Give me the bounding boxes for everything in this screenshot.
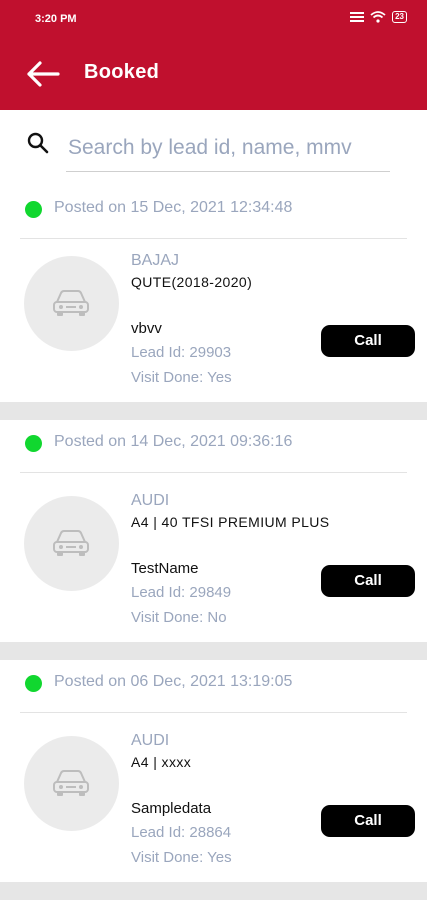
vehicle-brand: AUDI: [131, 732, 170, 749]
card-header: Posted on 06 Dec, 2021 13:19:05: [0, 660, 427, 712]
card-header: Posted on 15 Dec, 2021 12:34:48: [0, 186, 427, 238]
vehicle-brand: BAJAJ: [131, 252, 180, 269]
app-bar: 3:20 PM 23 Booked: [0, 0, 427, 110]
divider: [20, 238, 407, 239]
call-button[interactable]: Call: [321, 565, 415, 597]
car-avatar: [24, 496, 119, 591]
visit-status: Visit Done: No: [131, 609, 227, 626]
wifi-icon: [370, 11, 386, 23]
search-input[interactable]: [66, 124, 390, 172]
lead-card: Posted on 14 Dec, 2021 09:36:16 AUDI A4 …: [0, 420, 427, 642]
customer-name: TestName: [131, 560, 199, 577]
car-icon: [53, 770, 89, 796]
status-dot: [25, 435, 42, 452]
lead-id: Lead Id: 28864: [131, 824, 232, 841]
divider: [20, 472, 407, 473]
posted-date: Posted on 06 Dec, 2021 13:19:05: [54, 673, 293, 690]
lead-card: Posted on 06 Dec, 2021 13:19:05 AUDI A4 …: [0, 660, 427, 882]
arrow-left-icon[interactable]: [26, 60, 60, 88]
page-title: Booked: [84, 61, 160, 83]
battery-icon: 23: [392, 11, 407, 23]
status-dot: [25, 201, 42, 218]
status-time: 3:20 PM: [35, 13, 77, 25]
car-icon: [53, 290, 89, 316]
search-icon[interactable]: [26, 131, 50, 155]
vehicle-brand: AUDI: [131, 492, 170, 509]
visit-status: Visit Done: Yes: [131, 849, 232, 866]
signal-icon: [350, 12, 365, 22]
car-icon: [53, 530, 89, 556]
vehicle-model: A4 | 40 TFSI PREMIUM PLUS: [131, 514, 330, 530]
card-header: Posted on 14 Dec, 2021 09:36:16: [0, 420, 427, 472]
lead-id: Lead Id: 29903: [131, 344, 232, 361]
posted-date: Posted on 14 Dec, 2021 09:36:16: [54, 433, 293, 450]
call-button[interactable]: Call: [321, 325, 415, 357]
divider: [20, 712, 407, 713]
customer-name: vbvv: [131, 320, 162, 337]
car-avatar: [24, 256, 119, 351]
status-bar: 3:20 PM 23: [0, 0, 427, 40]
visit-status: Visit Done: Yes: [131, 369, 232, 386]
car-avatar: [24, 736, 119, 831]
lead-id: Lead Id: 29849: [131, 584, 232, 601]
vehicle-model: QUTE(2018-2020): [131, 274, 253, 290]
vehicle-model: A4 | xxxx: [131, 754, 192, 770]
posted-date: Posted on 15 Dec, 2021 12:34:48: [54, 199, 293, 216]
status-icons: 23: [350, 11, 407, 23]
customer-name: Sampledata: [131, 800, 212, 817]
status-dot: [25, 675, 42, 692]
call-button[interactable]: Call: [321, 805, 415, 837]
lead-card: Posted on 15 Dec, 2021 12:34:48 BAJAJ QU…: [0, 186, 427, 402]
